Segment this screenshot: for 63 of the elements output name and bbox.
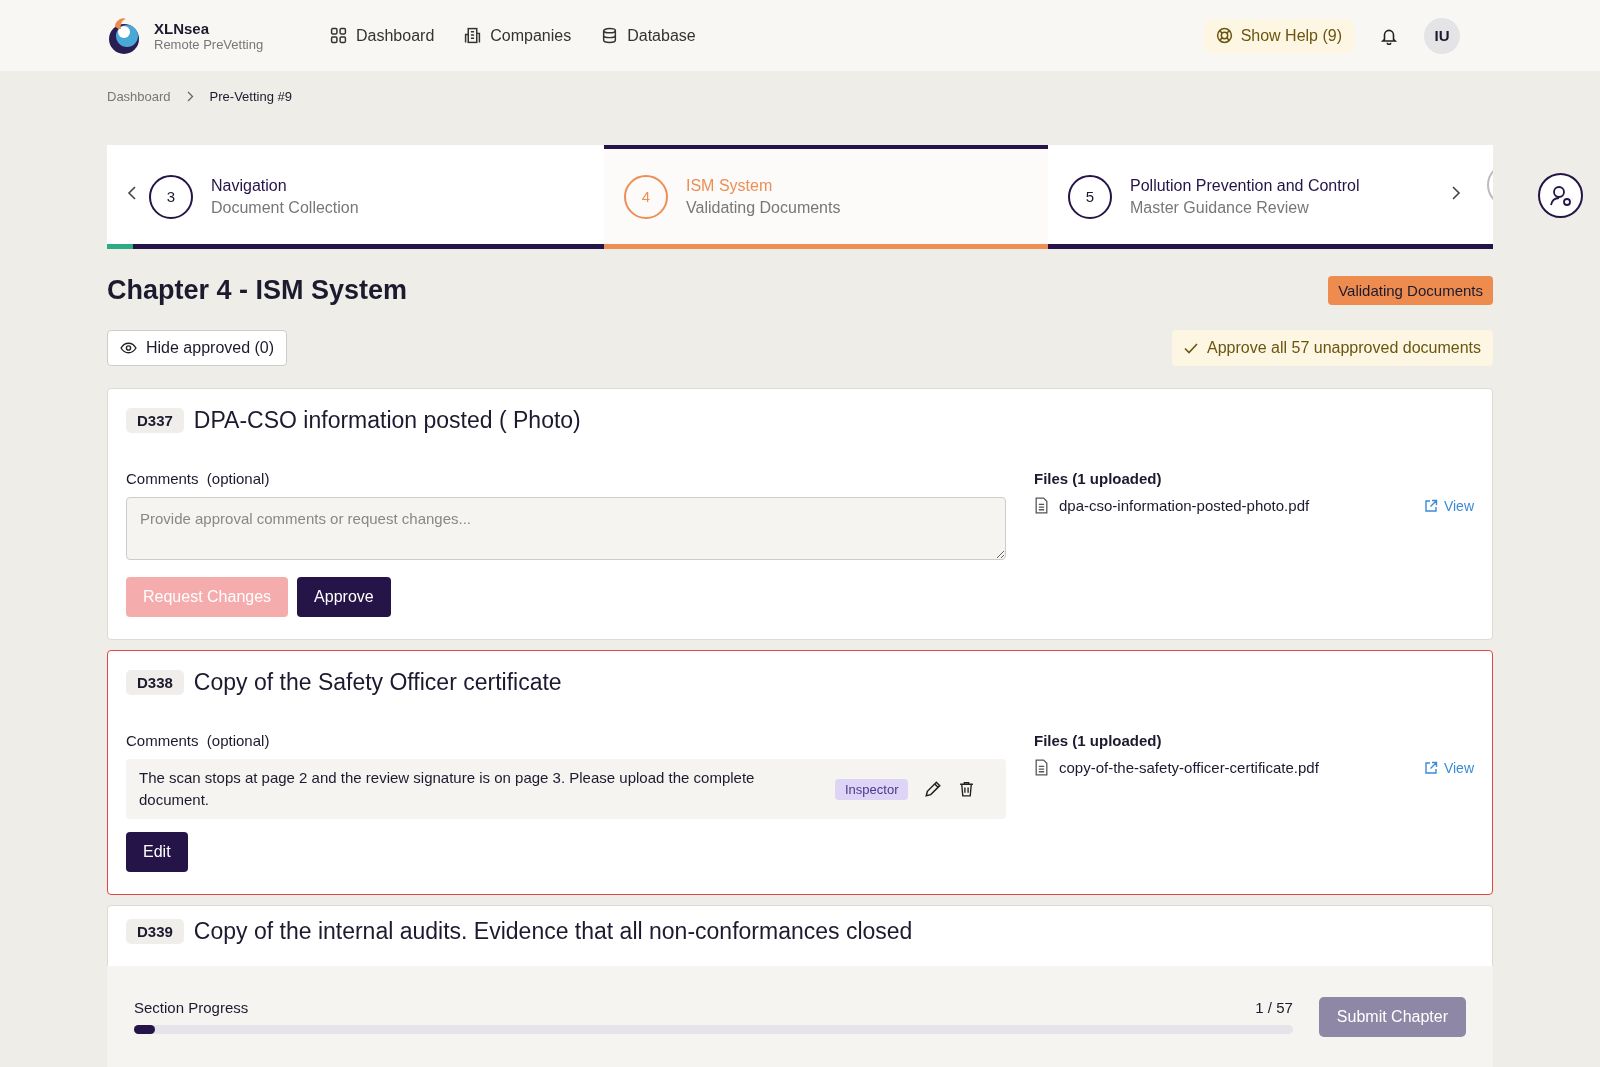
hide-approved-button[interactable]: Hide approved (0) bbox=[107, 330, 288, 366]
document-title: Copy of the internal audits. Evidence that all non-conformances closed bbox=[193, 918, 913, 945]
chapter-title: Chapter 4 - ISM System bbox=[107, 275, 408, 306]
document-title: DPA-CSO information posted ( Photo) bbox=[193, 407, 581, 434]
lifebuoy-icon bbox=[1215, 27, 1233, 44]
chevron-right-icon[interactable] bbox=[1451, 185, 1461, 201]
files-label: Files (1 uploaded) bbox=[1034, 732, 1163, 749]
logo-icon bbox=[108, 16, 142, 55]
user-settings-button[interactable] bbox=[1538, 173, 1583, 218]
document-code: D338 bbox=[126, 670, 184, 695]
user-icon bbox=[1548, 183, 1573, 208]
status-tag: Validating Documents bbox=[1328, 276, 1493, 305]
eye-icon bbox=[120, 342, 137, 354]
step-title: Navigation bbox=[211, 176, 288, 195]
building-icon bbox=[464, 27, 482, 44]
approve-all-button[interactable]: Approve all 57 unapproved documents bbox=[1172, 330, 1493, 366]
brand-subtitle: Remote PreVetting bbox=[154, 36, 264, 52]
nav-link[interactable]: Companies bbox=[464, 26, 572, 45]
view-link[interactable]: View bbox=[1423, 759, 1474, 776]
step-title: ISM System bbox=[686, 176, 774, 195]
file-name: dpa-cso-information-posted-photo.pdf bbox=[1059, 497, 1311, 514]
brand-name: XLNsea bbox=[154, 19, 211, 37]
comment-field[interactable]: Provide approval comments or request changes... bbox=[126, 497, 1006, 560]
step-subtitle: Master Guidance Review bbox=[1130, 198, 1310, 217]
file-icon bbox=[1034, 497, 1049, 514]
external-link-icon bbox=[1423, 498, 1438, 513]
files-label: Files (1 uploaded) bbox=[1034, 470, 1163, 487]
step-number: 5 bbox=[1068, 174, 1112, 219]
primary-button[interactable]: Edit bbox=[126, 832, 188, 872]
trash-icon[interactable] bbox=[958, 780, 976, 798]
comments-label: Comments (optional) bbox=[126, 732, 271, 749]
progress-count: 1 / 57 bbox=[1255, 999, 1293, 1016]
check-icon bbox=[1184, 342, 1199, 354]
pencil-icon[interactable] bbox=[924, 780, 943, 798]
role-tag: Inspector bbox=[835, 778, 909, 800]
document-code: D339 bbox=[126, 919, 184, 944]
help-button[interactable]: Show Help (9) bbox=[1203, 18, 1354, 53]
nav-link[interactable]: Dashboard bbox=[330, 26, 435, 45]
step-tab[interactable]: 5 Pollution Prevention and Control Master Guidance Review bbox=[1048, 145, 1467, 249]
user-avatar[interactable]: IU bbox=[1424, 17, 1460, 54]
step-subtitle: Document Collection bbox=[211, 198, 359, 217]
file-icon bbox=[1034, 759, 1049, 776]
step-tab[interactable]: 4 ISM System Validating Documents bbox=[604, 145, 1048, 249]
grid-icon bbox=[330, 27, 347, 44]
breadcrumb-link[interactable]: Dashboard bbox=[107, 88, 171, 104]
step-number: 3 bbox=[149, 174, 193, 219]
external-link-icon bbox=[1423, 760, 1438, 775]
progress-label: Section Progress bbox=[134, 999, 249, 1016]
breadcrumb-current: Pre-Vetting #9 bbox=[209, 88, 292, 104]
document-code: D337 bbox=[126, 408, 184, 433]
primary-button[interactable]: Approve bbox=[297, 577, 391, 617]
nav-link[interactable]: Database bbox=[601, 26, 696, 45]
view-link[interactable]: View bbox=[1423, 497, 1474, 514]
chevron-left-icon[interactable] bbox=[127, 185, 137, 201]
comment-text: The scan stops at page 2 and the review signature is on page 3. Please upload the complete document. bbox=[139, 768, 756, 810]
step-subtitle: Validating Documents bbox=[686, 198, 841, 217]
document-title: Copy of the Safety Officer certificate bbox=[193, 669, 562, 696]
file-name: copy-of-the-safety-officer-certificate.pdf bbox=[1059, 759, 1320, 776]
comments-label: Comments (optional) bbox=[126, 470, 271, 487]
database-icon bbox=[601, 27, 619, 44]
chevron-right-icon bbox=[186, 90, 194, 102]
step-number: 4 bbox=[624, 174, 668, 219]
step-title: Pollution Prevention and Control bbox=[1130, 176, 1360, 195]
